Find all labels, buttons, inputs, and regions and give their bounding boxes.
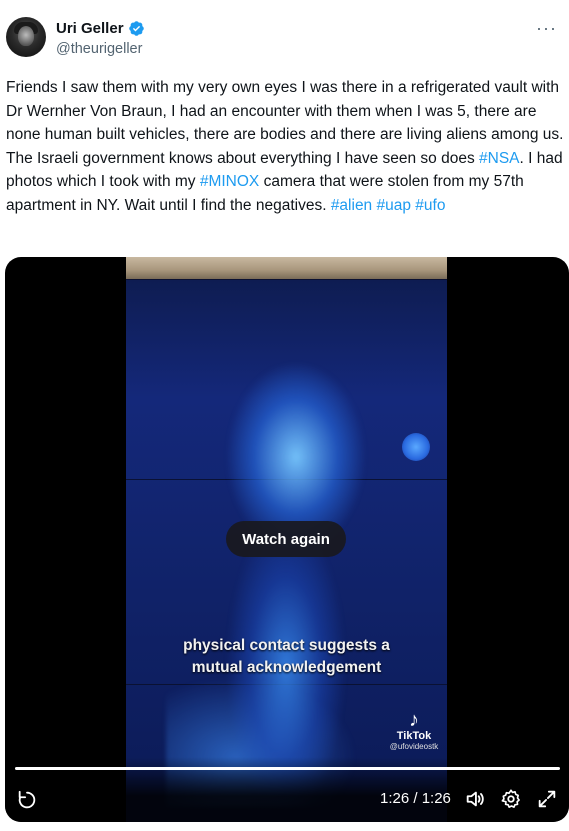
fullscreen-icon[interactable] [536,788,558,810]
verified-badge-icon [128,21,144,36]
tiktok-watermark: ♪ TikTok @ufovideostk [384,710,444,751]
ceiling-strip [126,257,447,279]
tiktok-brand: TikTok [396,730,432,742]
glow-orb [402,433,430,461]
author-handle[interactable]: @theurigeller [56,41,142,57]
hashtag-minox[interactable]: #MINOX [200,173,259,190]
avatar-face [18,26,34,46]
tiktok-icon: ♪ [409,709,419,731]
author-name-row: Uri Geller [56,20,145,37]
watch-again-button[interactable]: Watch again [226,521,346,557]
video-caption: physical contact suggests a mutual ackno… [126,635,447,679]
avatar[interactable] [6,17,46,57]
video-player[interactable]: physical contact suggests a mutual ackno… [5,257,569,822]
author-name[interactable]: Uri Geller [56,20,124,37]
hashtag-nsa[interactable]: #NSA [479,150,520,167]
gear-icon[interactable] [500,788,522,810]
tweet-text: Friends I saw them with my very own eyes… [6,76,566,218]
screen-divider [126,279,447,280]
time-display: 1:26 / 1:26 [380,790,451,807]
tiktok-user: @ufovideostk [389,742,439,751]
more-icon[interactable]: ··· [536,18,557,39]
caption-line: physical contact suggests a [183,637,390,654]
hashtag-uap[interactable]: #uap [377,197,411,214]
hashtag-alien[interactable]: #alien [331,197,372,214]
hashtag-ufo[interactable]: #ufo [415,197,445,214]
replay-icon[interactable] [16,789,38,811]
progress-bar[interactable] [15,767,560,770]
caption-line: mutual acknowledgement [191,659,382,676]
volume-icon[interactable] [464,788,486,810]
